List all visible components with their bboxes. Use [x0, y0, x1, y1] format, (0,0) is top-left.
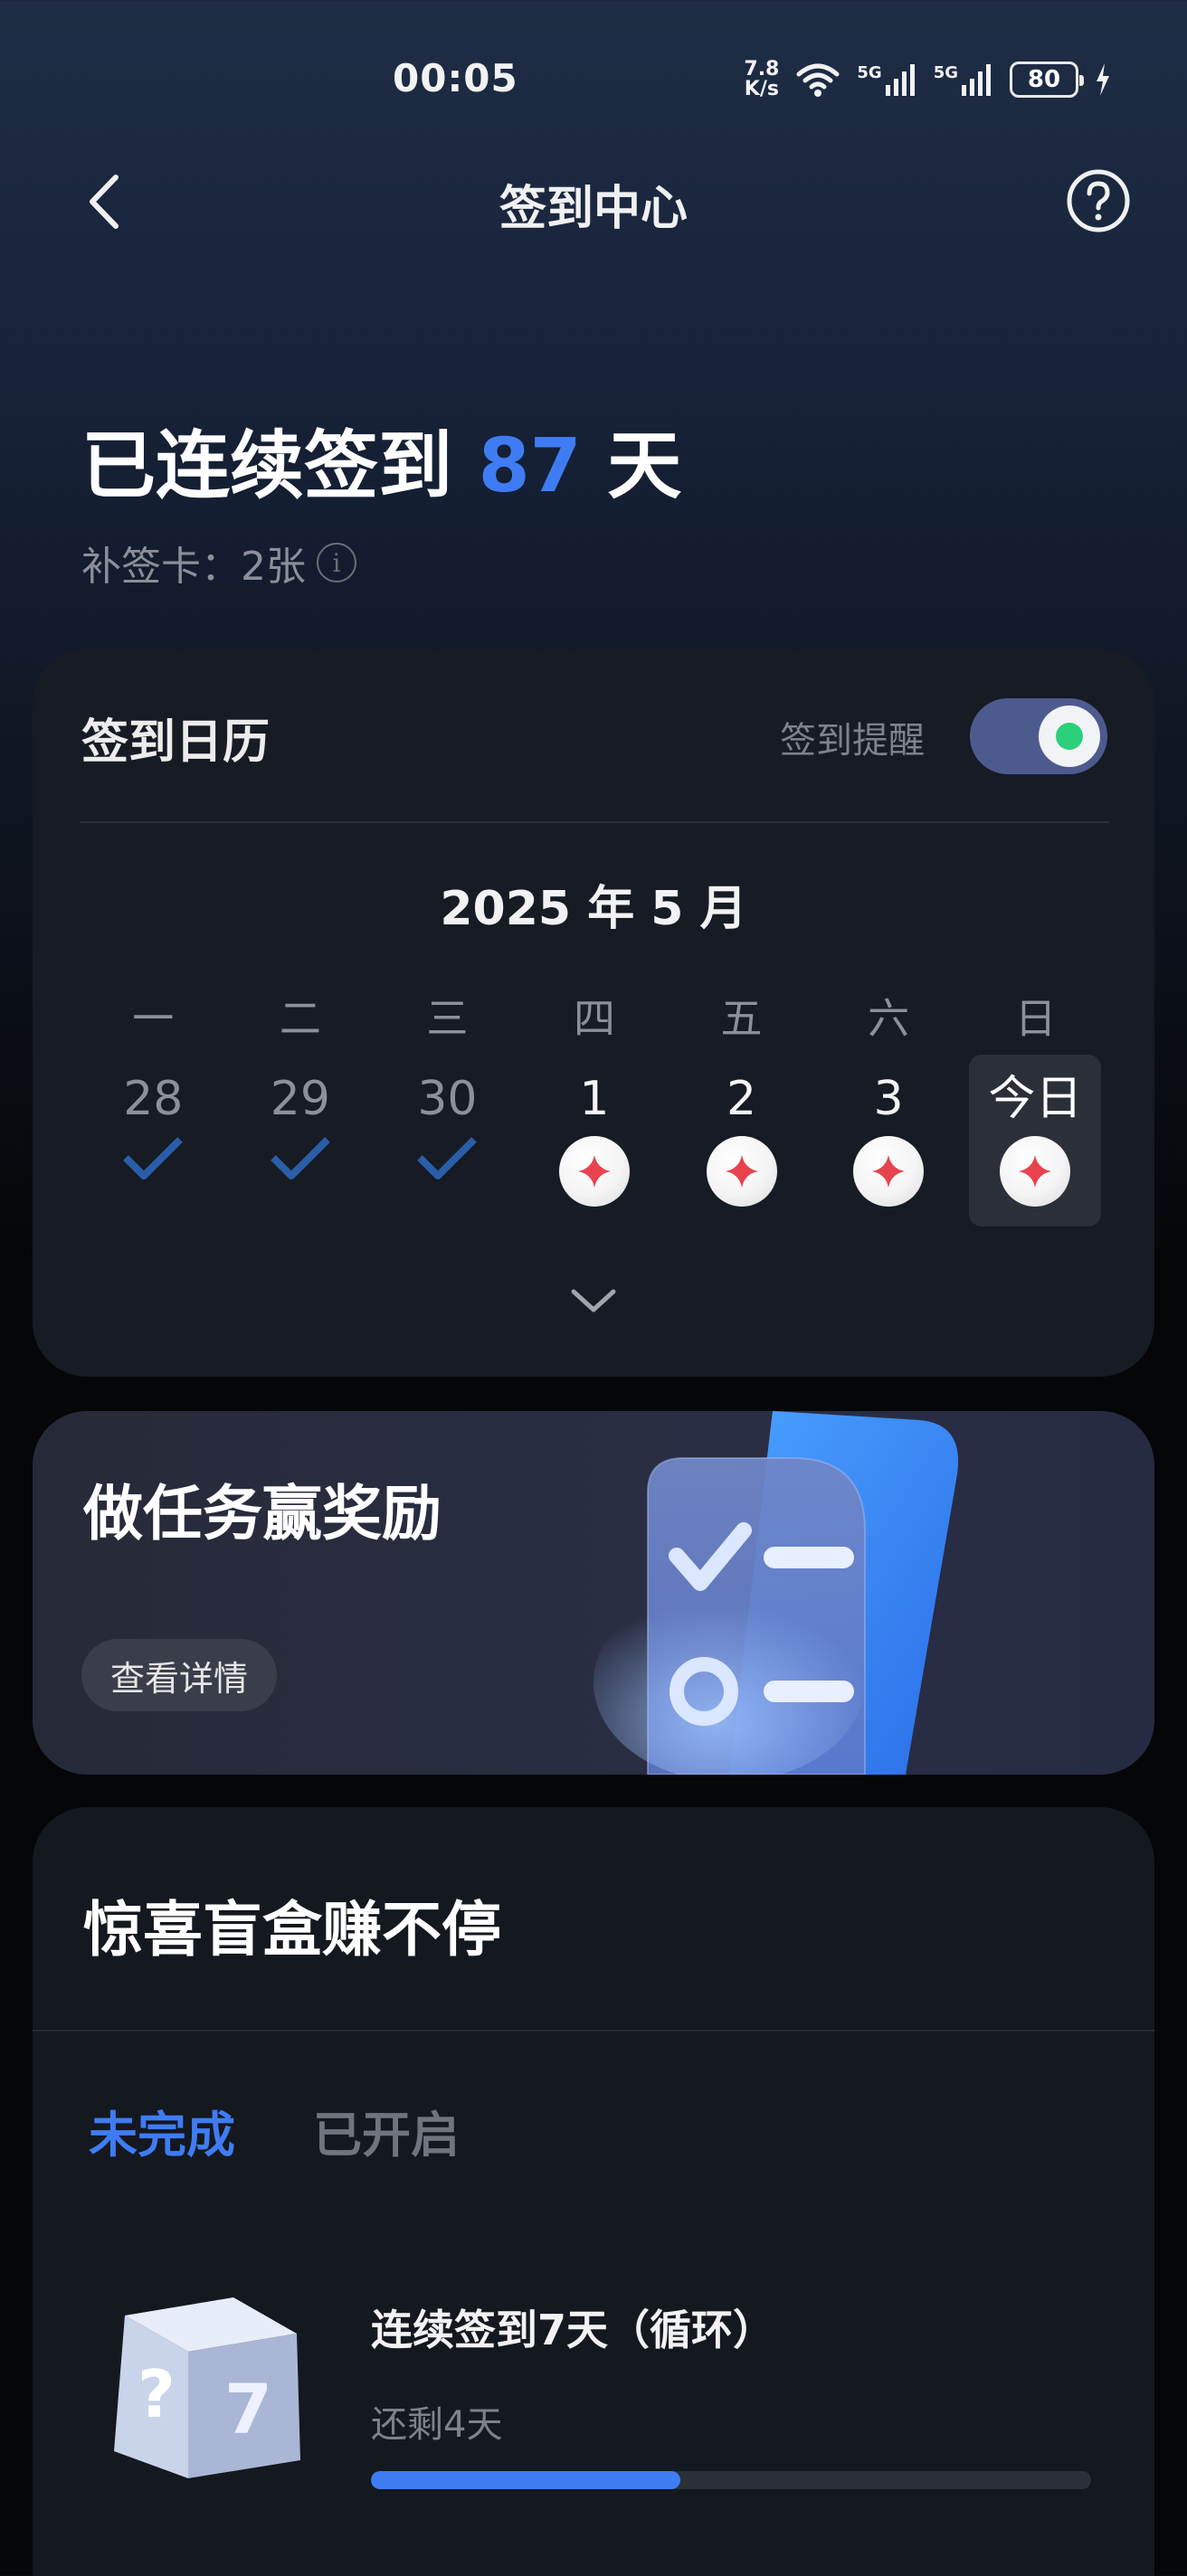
net-speed-unit: K/s — [744, 78, 779, 100]
day-number: 30 — [417, 1072, 478, 1126]
chevron-down-icon[interactable] — [566, 1283, 621, 1319]
svg-text:?: ? — [138, 2356, 176, 2432]
weekday-label: 六 — [868, 994, 910, 1043]
help-icon[interactable] — [1066, 168, 1131, 233]
battery-level: 80 — [1027, 66, 1061, 93]
svg-text:7: 7 — [224, 2369, 272, 2449]
divider — [33, 2030, 1154, 2031]
info-icon[interactable]: i — [317, 543, 356, 582]
blind-box-progress-bar — [371, 2471, 1091, 2489]
calendar-day-today[interactable]: 今日 — [969, 1055, 1102, 1226]
reminder-toggle[interactable] — [970, 698, 1107, 774]
net-speed-value: 7.8 — [744, 58, 780, 80]
weekday-label: 四 — [573, 994, 615, 1043]
calendar-day[interactable]: 29 — [227, 1055, 375, 1226]
signal-2: 5G — [934, 63, 993, 96]
task-checklist-illustration — [594, 1411, 959, 1775]
calendar-day[interactable]: 3 — [815, 1055, 963, 1226]
signal-1-label: 5G — [857, 63, 882, 82]
checkmark-icon — [123, 1137, 184, 1179]
mystery-cube-icon: ? 7 — [114, 2297, 300, 2478]
weekday-header: 一 二 三 四 五 六 日 — [80, 986, 1109, 1046]
weekday-label: 五 — [720, 994, 763, 1043]
streak-headline: 已连续签到 87 天 — [81, 405, 681, 513]
reward-badge-icon — [1000, 1136, 1071, 1207]
weekday-label: 三 — [426, 994, 469, 1043]
calendar-day[interactable]: 30 — [374, 1055, 521, 1226]
battery-indicator: 80 — [1010, 62, 1084, 98]
streak-suffix: 天 — [607, 423, 682, 509]
streak-days: 87 — [478, 423, 582, 509]
checkmark-icon — [271, 1137, 330, 1179]
calendar-day[interactable]: 28 — [80, 1055, 227, 1226]
weekday-label: 日 — [1014, 994, 1057, 1043]
reward-badge-icon — [706, 1136, 777, 1207]
day-number: 2 — [726, 1072, 757, 1126]
status-time: 00:05 — [393, 56, 518, 100]
wifi-icon — [796, 63, 840, 97]
divider — [80, 821, 1109, 823]
month-label: 2025 年 5 月 — [440, 882, 747, 936]
weekday-label: 二 — [279, 994, 321, 1043]
toggle-on-dot — [1056, 723, 1083, 750]
tab-incomplete[interactable]: 未完成 — [89, 2095, 235, 2166]
day-number: 29 — [270, 1072, 330, 1126]
progress-fill — [371, 2471, 681, 2489]
makeup-card-count: 补签卡：2张 i — [81, 534, 356, 592]
reward-badge-icon — [558, 1136, 630, 1207]
toggle-knob — [1039, 706, 1100, 767]
tab-opened[interactable]: 已开启 — [313, 2095, 460, 2166]
calendar-title: 签到日历 — [81, 715, 271, 770]
signal-2-label: 5G — [933, 63, 958, 82]
signal-bars-icon — [962, 64, 991, 96]
reward-badge-icon — [853, 1136, 925, 1207]
view-details-button[interactable]: 查看详情 — [81, 1639, 277, 1711]
charging-icon — [1097, 63, 1109, 96]
task-title: 做任务赢奖励 — [83, 1479, 442, 1548]
day-number: 28 — [123, 1072, 184, 1126]
signal-1: 5G — [857, 63, 916, 96]
signal-bars-icon — [885, 64, 915, 96]
blind-box-title: 惊喜盲盒赚不停 — [83, 1895, 501, 1965]
calendar-day[interactable]: 1 — [521, 1055, 669, 1226]
blind-box-item-remaining: 还剩4天 — [371, 2404, 503, 2446]
day-number: 3 — [873, 1072, 904, 1126]
reminder-label: 签到提醒 — [780, 720, 925, 762]
calendar-days: 28 29 30 1 2 3 今日 — [80, 1055, 1109, 1226]
weekday-label: 一 — [132, 994, 175, 1043]
day-number: 今日 — [988, 1072, 1083, 1126]
checkmark-icon — [417, 1137, 478, 1179]
page-title: 签到中心 — [499, 182, 688, 236]
net-speed: 7.8 K/s — [744, 60, 779, 99]
streak-prefix: 已连续签到 — [81, 423, 453, 509]
makeup-card-label: 补签卡：2张 — [81, 544, 306, 590]
day-number: 1 — [579, 1072, 610, 1126]
blind-box-item-title: 连续签到7天（循环） — [371, 2306, 775, 2354]
status-icons: 7.8 K/s 5G 5G 80 — [744, 56, 1111, 103]
calendar-day[interactable]: 2 — [668, 1055, 815, 1226]
